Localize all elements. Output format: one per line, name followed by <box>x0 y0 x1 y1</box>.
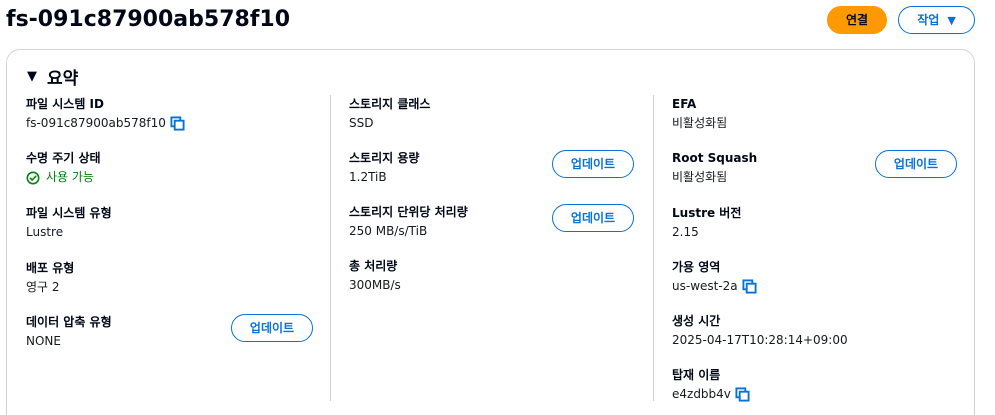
lustre-version-field: Lustre 버전 2.15 <box>672 205 741 241</box>
page-title: fs-091c87900ab578f10 <box>6 7 291 32</box>
compression-label: 데이터 압축 유형 <box>26 315 112 329</box>
connect-button[interactable]: 연결 <box>827 6 887 34</box>
lifecycle-field: 수명 주기 상태 사용 가능 <box>26 150 101 186</box>
fs-type-field: 파일 시스템 유형 Lustre <box>26 205 112 241</box>
availability-zone-field: 가용 영역 us-west-2a <box>672 259 757 295</box>
root-squash-label: Root Squash <box>672 151 758 165</box>
deploy-type-label: 배포 유형 <box>26 261 75 275</box>
throughput-per-unit-label: 스토리지 단위당 처리량 <box>349 205 468 219</box>
root-squash-value: 비활성화됨 <box>672 170 728 184</box>
fs-type-value: Lustre <box>26 225 64 239</box>
fs-type-label: 파일 시스템 유형 <box>26 206 112 220</box>
fs-id-field: 파일 시스템 ID fs-091c87900ab578f10 <box>26 96 185 132</box>
copy-icon[interactable] <box>735 387 750 402</box>
mount-name-field: 탑재 이름 e4zdbb4v <box>672 367 750 403</box>
mount-name-label: 탑재 이름 <box>672 368 721 382</box>
efa-label: EFA <box>672 97 697 111</box>
lifecycle-label: 수명 주기 상태 <box>26 151 101 165</box>
fs-id-value: fs-091c87900ab578f10 <box>26 116 166 130</box>
total-throughput-field: 총 처리량 300MB/s <box>349 258 401 294</box>
file-system-details-page: fs-091c87900ab578f10 연결 작업 ▼ ▼ 요약 파일 시스템 … <box>0 0 995 415</box>
storage-class-label: 스토리지 클래스 <box>349 97 431 111</box>
storage-class-field: 스토리지 클래스 SSD <box>349 96 430 132</box>
summary-expand-toggle[interactable]: ▼ 요약 <box>27 64 79 89</box>
column-divider <box>330 95 331 401</box>
storage-class-value: SSD <box>349 116 374 130</box>
efa-field: EFA 비활성화됨 <box>672 96 727 132</box>
lustre-version-value: 2.15 <box>672 225 699 239</box>
fs-id-label: 파일 시스템 ID <box>26 97 104 111</box>
availability-zone-label: 가용 영역 <box>672 260 721 274</box>
status-positive-icon <box>26 171 40 185</box>
caret-down-icon: ▼ <box>947 14 956 27</box>
storage-capacity-label: 스토리지 용량 <box>349 151 420 165</box>
lustre-version-label: Lustre 버전 <box>672 206 742 220</box>
actions-button[interactable]: 작업 ▼ <box>898 6 975 34</box>
update-throughput-button[interactable]: 업데이트 <box>552 204 634 232</box>
summary-title: 요약 <box>47 68 79 89</box>
copy-icon[interactable] <box>742 279 757 294</box>
storage-capacity-field: 스토리지 용량 1.2TiB <box>349 150 419 186</box>
summary-container: ▼ 요약 파일 시스템 ID fs-091c87900ab578f10 수명 주… <box>6 49 975 415</box>
deploy-type-value: 영구 2 <box>26 280 60 294</box>
copy-icon[interactable] <box>170 116 185 131</box>
availability-zone-value: us-west-2a <box>672 279 738 293</box>
connect-button-label: 연결 <box>845 13 869 27</box>
update-storage-capacity-button[interactable]: 업데이트 <box>552 150 634 178</box>
actions-button-label: 작업 <box>917 13 940 27</box>
efa-value: 비활성화됨 <box>672 116 728 130</box>
total-throughput-value: 300MB/s <box>349 278 401 292</box>
storage-capacity-value: 1.2TiB <box>349 170 387 184</box>
compression-field: 데이터 압축 유형 NONE <box>26 314 112 350</box>
compression-value: NONE <box>26 334 61 348</box>
deploy-type-field: 배포 유형 영구 2 <box>26 260 74 296</box>
column-divider <box>653 95 654 401</box>
throughput-per-unit-field: 스토리지 단위당 처리량 250 MB/s/TiB <box>349 204 468 240</box>
creation-time-label: 생성 시간 <box>672 314 721 328</box>
total-throughput-label: 총 처리량 <box>349 259 398 273</box>
lifecycle-status: 사용 가능 <box>46 170 94 184</box>
update-root-squash-button[interactable]: 업데이트 <box>875 150 957 178</box>
creation-time-field: 생성 시간 2025-04-17T10:28:14+09:00 <box>672 313 848 349</box>
creation-time-value: 2025-04-17T10:28:14+09:00 <box>672 333 848 347</box>
caret-down-filled-icon: ▼ <box>27 68 37 84</box>
root-squash-field: Root Squash 비활성화됨 <box>672 150 757 186</box>
update-compression-button[interactable]: 업데이트 <box>231 314 313 342</box>
mount-name-value: e4zdbb4v <box>672 387 731 401</box>
throughput-per-unit-value: 250 MB/s/TiB <box>349 224 428 238</box>
